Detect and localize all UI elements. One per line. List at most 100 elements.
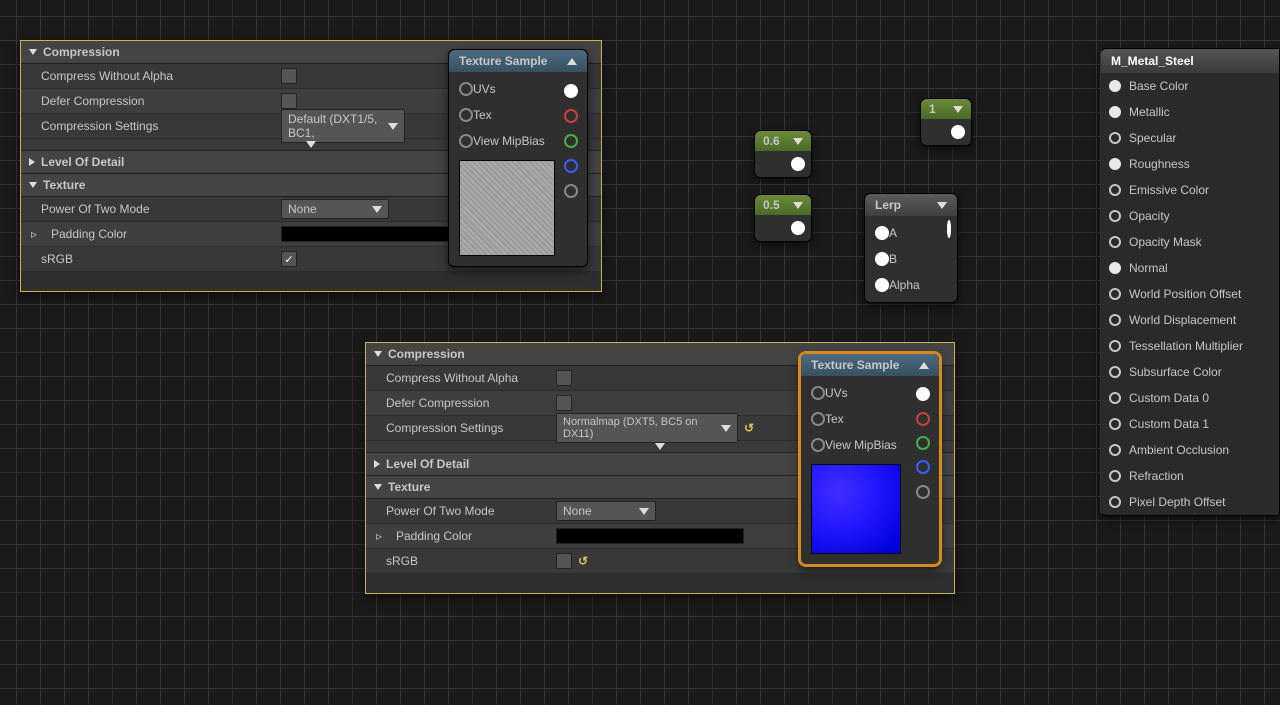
output-pin-rgb[interactable] (916, 387, 930, 401)
output-pin-a[interactable] (564, 184, 578, 198)
section-label: Compression (43, 45, 120, 59)
section-label: Level Of Detail (41, 155, 124, 169)
compress-without-alpha-checkbox[interactable] (281, 68, 297, 84)
input-pin-tex[interactable] (459, 108, 473, 122)
input-pin-wpo[interactable] (1109, 288, 1121, 300)
pin-label: Base Color (1129, 79, 1188, 93)
pin-label: Metallic (1129, 105, 1170, 119)
chevron-down-icon (953, 106, 963, 113)
pin-label: Alpha (889, 278, 920, 292)
output-pin[interactable] (951, 125, 965, 139)
input-pin-uvs[interactable] (811, 386, 825, 400)
output-pin-rgb[interactable] (564, 84, 578, 98)
output-pin-r[interactable] (916, 412, 930, 426)
srgb-checkbox[interactable] (556, 553, 572, 569)
input-pin-ao[interactable] (1109, 444, 1121, 456)
node-constant-0-6[interactable]: 0.6 (754, 130, 812, 178)
reset-to-default-icon[interactable]: ↺ (744, 421, 754, 435)
section-label: Texture (43, 178, 85, 192)
defer-compression-checkbox[interactable] (281, 93, 297, 109)
compress-without-alpha-checkbox[interactable] (556, 370, 572, 386)
padding-color-swatch[interactable] (281, 226, 469, 242)
input-pin-emissive[interactable] (1109, 184, 1121, 196)
pin-label: UVs (473, 82, 496, 96)
node-material-output[interactable]: M_Metal_Steel Base Color Metallic Specul… (1100, 48, 1280, 516)
padding-color-swatch[interactable] (556, 528, 744, 544)
output-pin-b[interactable] (564, 159, 578, 173)
input-pin-metallic[interactable] (1109, 106, 1121, 118)
node-constant-0-5[interactable]: 0.5 (754, 194, 812, 242)
pin-label: Pixel Depth Offset (1129, 495, 1226, 509)
compression-settings-dropdown[interactable]: Normalmap (DXT5, BC5 on DX11) (556, 413, 738, 443)
output-pin-r[interactable] (564, 109, 578, 123)
input-pin-subsurf[interactable] (1109, 366, 1121, 378)
output-pin[interactable] (947, 220, 951, 238)
output-pin-b[interactable] (916, 460, 930, 474)
node-title[interactable]: Lerp (865, 194, 957, 216)
expand-arrow-icon[interactable]: ▹ (376, 529, 386, 543)
prop-label: Power Of Two Mode (376, 504, 556, 518)
input-pin-uvs[interactable] (459, 82, 473, 96)
output-pin-g[interactable] (916, 436, 930, 450)
input-pin-tess[interactable] (1109, 340, 1121, 352)
input-pin-alpha[interactable] (875, 278, 889, 292)
input-pin-wd[interactable] (1109, 314, 1121, 326)
input-pin-normal[interactable] (1109, 262, 1121, 274)
chevron-down-icon (721, 425, 731, 432)
pin-label: Opacity (1129, 209, 1170, 223)
output-pin-a[interactable] (916, 485, 930, 499)
node-constant-1[interactable]: 1 (920, 98, 972, 146)
pin-label: World Displacement (1129, 313, 1236, 327)
compression-settings-dropdown[interactable]: Default (DXT1/5, BC1, (281, 109, 405, 143)
defer-compression-checkbox[interactable] (556, 395, 572, 411)
prop-label: Padding Color (41, 227, 281, 241)
node-title[interactable]: Texture Sample (449, 50, 587, 72)
input-pin-cd0[interactable] (1109, 392, 1121, 404)
prop-label: sRGB (31, 252, 281, 266)
input-pin-pdo[interactable] (1109, 496, 1121, 508)
pin-label: View MipBias (825, 438, 897, 452)
prop-label: Power Of Two Mode (31, 202, 281, 216)
constant-value: 1 (929, 102, 936, 116)
chevron-down-icon (793, 202, 803, 209)
input-pin-opacitymask[interactable] (1109, 236, 1121, 248)
prop-label: Compress Without Alpha (31, 69, 281, 83)
input-pin-mip[interactable] (459, 134, 473, 148)
power-of-two-dropdown[interactable]: None (556, 501, 656, 521)
prop-label: Padding Color (386, 529, 556, 543)
power-of-two-dropdown[interactable]: None (281, 199, 389, 219)
pin-label: Custom Data 0 (1129, 391, 1209, 405)
constant-value: 0.5 (763, 198, 780, 212)
chevron-down-icon (793, 138, 803, 145)
input-pin-specular[interactable] (1109, 132, 1121, 144)
prop-label: Defer Compression (31, 94, 281, 108)
srgb-checkbox[interactable] (281, 251, 297, 267)
pin-label: Tessellation Multiplier (1129, 339, 1243, 353)
output-pin[interactable] (791, 157, 805, 171)
output-pin[interactable] (791, 221, 805, 235)
node-lerp[interactable]: Lerp A B Alpha (864, 193, 958, 303)
node-texture-sample-2[interactable]: Texture Sample UVs Tex View MipBias (800, 353, 940, 565)
output-pin-g[interactable] (564, 134, 578, 148)
input-pin-basecolor[interactable] (1109, 80, 1121, 92)
node-texture-sample-1[interactable]: Texture Sample UVs Tex View MipBias (448, 49, 588, 267)
reset-to-default-icon[interactable]: ↺ (578, 554, 588, 568)
input-pin-a[interactable] (875, 226, 889, 240)
chevron-down-icon (306, 141, 316, 148)
input-pin-mip[interactable] (811, 438, 825, 452)
texture-preview (459, 160, 555, 256)
node-title[interactable]: Texture Sample (801, 354, 939, 376)
pin-label: Emissive Color (1129, 183, 1209, 197)
input-pin-opacity[interactable] (1109, 210, 1121, 222)
prop-label: Defer Compression (376, 396, 556, 410)
input-pin-b[interactable] (875, 252, 889, 266)
input-pin-refraction[interactable] (1109, 470, 1121, 482)
expand-arrow-icon[interactable]: ▹ (31, 227, 41, 241)
input-pin-cd1[interactable] (1109, 418, 1121, 430)
input-pin-roughness[interactable] (1109, 158, 1121, 170)
pin-label: Tex (825, 412, 844, 426)
pin-label: World Position Offset (1129, 287, 1241, 301)
chevron-down-icon (639, 508, 649, 515)
pin-label: Ambient Occlusion (1129, 443, 1229, 457)
input-pin-tex[interactable] (811, 412, 825, 426)
